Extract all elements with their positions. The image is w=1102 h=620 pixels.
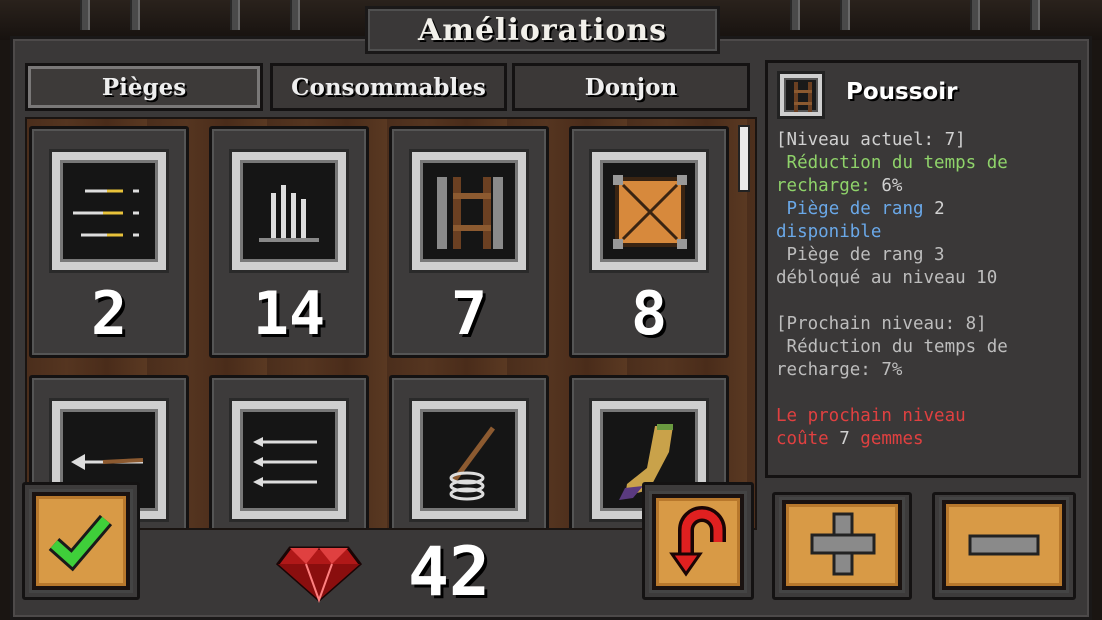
cost-prefix: coûte xyxy=(776,429,840,449)
trap-level: 7 xyxy=(450,279,488,349)
rank2-available: disponible xyxy=(776,222,882,242)
window-title-plate: Améliorations xyxy=(365,6,720,54)
cost-line: Le prochain niveau xyxy=(776,406,966,426)
crate-icon xyxy=(613,175,687,249)
trap-card[interactable]: 7 xyxy=(389,126,549,358)
current-level-header: [Niveau actuel: 7] xyxy=(776,130,966,150)
reset-button[interactable] xyxy=(652,494,744,590)
spikes-icon xyxy=(259,185,319,242)
cooldown-current-line: Réduction du temps de xyxy=(776,153,1008,173)
trap-icon-frame xyxy=(409,398,529,522)
confirm-button[interactable] xyxy=(32,492,130,590)
chain-decor xyxy=(130,0,140,30)
next-level-header: [Prochain niveau: 8] xyxy=(776,314,987,334)
trap-card[interactable]: 2 xyxy=(29,126,189,358)
trap-card[interactable] xyxy=(389,375,549,528)
trap-grid[interactable]: 2 14 7 8 xyxy=(25,117,757,530)
tab-dungeon[interactable]: Donjon xyxy=(512,63,750,111)
chain-decor xyxy=(840,0,850,30)
trap-icon-frame xyxy=(49,149,169,273)
plus-icon xyxy=(810,512,876,576)
cooldown-current-value: 6% xyxy=(881,176,903,196)
tab-traps[interactable]: Pièges xyxy=(25,63,263,111)
trap-level: 14 xyxy=(252,279,326,349)
tab-consumables[interactable]: Consommables xyxy=(270,63,507,111)
rank2-text: Piège de rang xyxy=(776,199,935,219)
trap-level: 2 xyxy=(90,279,128,349)
pusher-ladder-icon xyxy=(437,177,503,249)
decrease-level-button[interactable] xyxy=(942,500,1066,590)
trap-icon-frame xyxy=(589,149,709,273)
rank2-number: 2 xyxy=(934,199,945,219)
trap-level: 8 xyxy=(630,279,668,349)
checkmark-icon xyxy=(48,514,113,572)
undo-arrow-icon xyxy=(669,506,726,577)
details-panel: Poussoir [Niveau actuel: 7] Réduction du… xyxy=(765,60,1081,478)
gem-count: 42 xyxy=(408,533,490,612)
arrow-lines-icon xyxy=(73,189,139,237)
window-title: Améliorations xyxy=(417,12,668,48)
trap-description: [Niveau actuel: 7] Réduction du temps de… xyxy=(776,129,1076,451)
cooldown-current-label: recharge: xyxy=(776,176,882,196)
chain-decor xyxy=(970,0,980,30)
cooldown-next-value: recharge: 7% xyxy=(776,360,903,380)
chain-decor xyxy=(80,0,90,30)
pusher-ladder-icon xyxy=(794,82,812,112)
cooldown-next-line: Réduction du temps de xyxy=(776,337,1008,357)
trap-card[interactable]: 14 xyxy=(209,126,369,358)
rank3-text: Piège de rang 3 xyxy=(776,245,945,265)
spring-trap-icon xyxy=(449,426,496,501)
trap-card[interactable] xyxy=(209,375,369,528)
trap-card[interactable]: 8 xyxy=(569,126,729,358)
trap-grid-scrollbar[interactable] xyxy=(738,125,750,192)
increase-level-button[interactable] xyxy=(782,500,902,590)
cost-number: 7 xyxy=(839,429,850,449)
triple-arrow-icon xyxy=(253,437,317,487)
minus-icon xyxy=(968,534,1040,556)
rank3-unlock: débloqué au niveau 10 xyxy=(776,268,998,288)
cost-suffix: gemmes xyxy=(849,429,924,449)
chain-decor xyxy=(1030,0,1040,30)
bottom-bar xyxy=(25,530,1077,612)
selected-trap-icon-frame xyxy=(777,71,825,119)
chain-decor xyxy=(290,0,300,30)
chain-decor xyxy=(790,0,800,30)
trap-icon-frame xyxy=(229,398,349,522)
selected-trap-name: Poussoir xyxy=(846,79,958,105)
trap-icon-frame xyxy=(409,149,529,273)
chain-decor xyxy=(230,0,240,30)
trap-icon-frame xyxy=(229,149,349,273)
gem-icon xyxy=(276,546,362,603)
